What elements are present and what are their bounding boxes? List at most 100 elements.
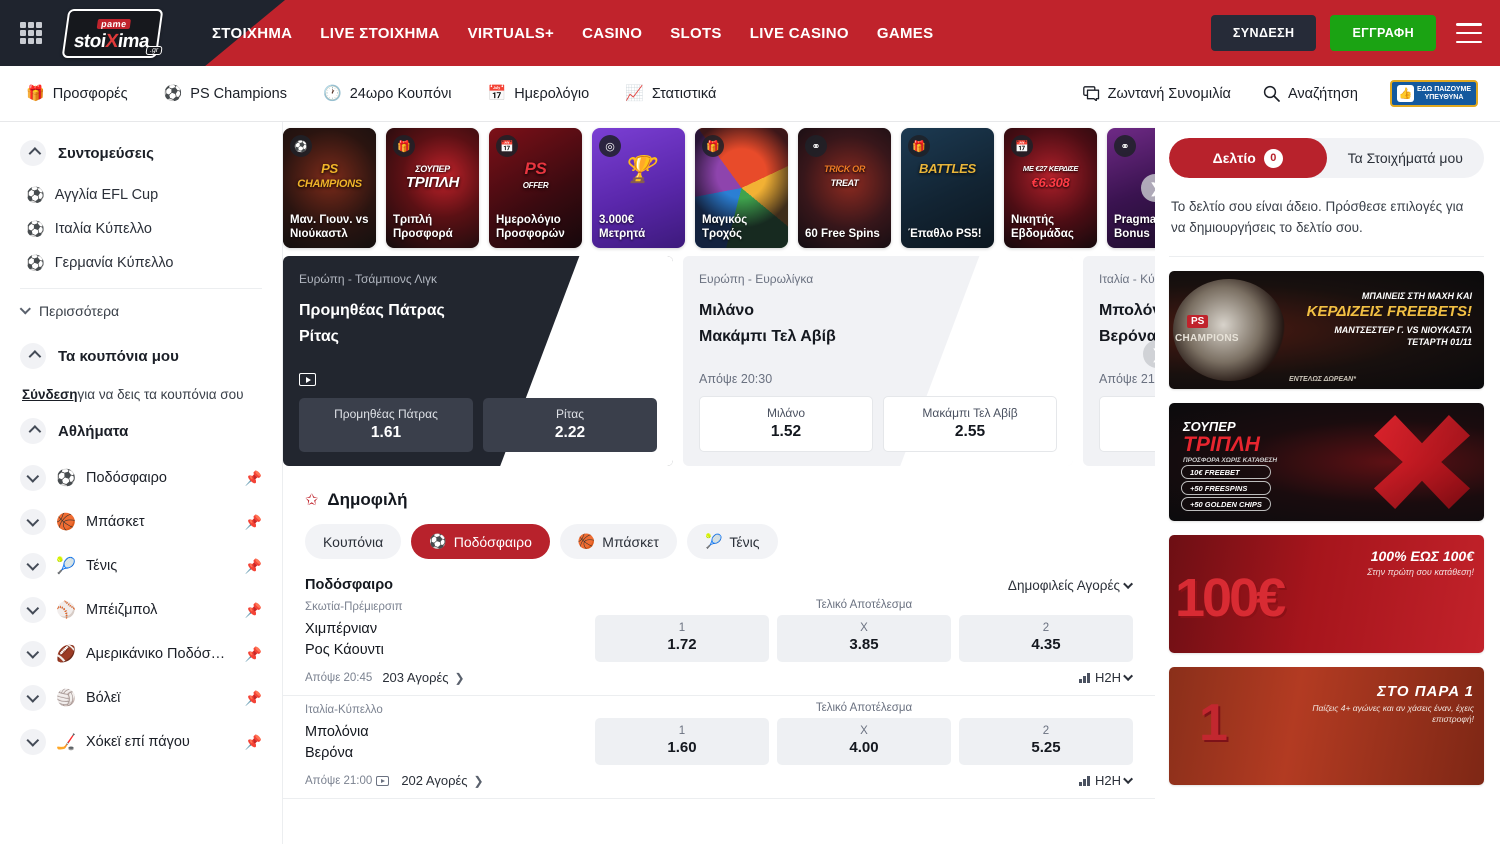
sidebar-item-american-football[interactable]: 🏈 Αμερικάνικο Ποδόσ… 📌 — [20, 632, 262, 676]
promo-tile[interactable]: 🎁 Μαγικός Τροχός — [695, 128, 788, 248]
chevron-down-icon[interactable] — [20, 641, 46, 667]
pin-icon[interactable]: 📌 — [245, 558, 262, 575]
nav-item-casino[interactable]: CASINO — [582, 25, 642, 42]
subnav-label-ps-champions: PS Champions — [190, 86, 287, 102]
match-league: Ευρώπη - Ευρωλίγκα — [699, 272, 1057, 286]
tab-tennis[interactable]: 🎾Τένις — [687, 524, 778, 559]
sidebar-item-tennis[interactable]: 🎾 Τένις 📌 — [20, 544, 262, 588]
odds-button[interactable]: Ρίτας 2.22 — [483, 398, 657, 452]
live-stream-icon[interactable] — [299, 373, 316, 386]
pin-icon[interactable]: 📌 — [245, 470, 262, 487]
chevron-down-icon[interactable] — [20, 729, 46, 755]
tab-basketball[interactable]: 🏀Μπάσκετ — [560, 524, 677, 559]
basketball-icon: 🏀 — [56, 512, 76, 532]
ps-champions-banner[interactable]: PS CHAMPIONS ΜΠΑΙΝΕΙΣ ΣΤΗ ΜΑΧΗ ΚΑΙ ΚΕΡΔΙ… — [1169, 271, 1484, 389]
login-button[interactable]: ΣΥΝΔΕΣΗ — [1211, 15, 1317, 51]
tab-coupons[interactable]: Κουπόνια — [305, 524, 401, 559]
chevron-down-icon[interactable] — [20, 685, 46, 711]
sidebar-item-football[interactable]: ⚽ Ποδόσφαιρο 📌 — [20, 456, 262, 500]
odds-button[interactable]: Μακάμπι Τελ Αβίβ 2.55 — [883, 396, 1057, 452]
sidebar-coupons-header[interactable]: Τα κουπόνια μου — [20, 343, 262, 369]
sidebar-item-volleyball[interactable]: 🏐 Βόλεϊ 📌 — [20, 676, 262, 720]
subnav-item-statistics[interactable]: 📈 Στατιστικά — [625, 86, 716, 102]
market-selector[interactable]: Δημοφιλείς Αγορές — [1008, 578, 1133, 593]
tab-football[interactable]: ⚽Ποδόσφαιρο — [411, 524, 550, 559]
odds-button[interactable]: Μιλάνο 1.52 — [699, 396, 873, 452]
promo-tile[interactable]: 📅 PSOFFER Ημερολόγιο Προσφορών — [489, 128, 582, 248]
chevron-down-icon[interactable] — [20, 553, 46, 579]
search-button[interactable]: Αναζήτηση — [1263, 85, 1358, 102]
subnav-item-ps-champions[interactable]: ⚽ PS Champions — [164, 86, 287, 102]
h2h-button[interactable]: H2H — [1079, 773, 1133, 788]
chevron-down-icon[interactable] — [20, 465, 46, 491]
pin-icon[interactable]: 📌 — [245, 734, 262, 751]
nav-item-live-stoixima[interactable]: LIVE ΣΤΟΙΧΗΜΑ — [320, 25, 439, 42]
sidebar-item-ice-hockey[interactable]: 🏒 Χόκεϊ επί πάγου 📌 — [20, 720, 262, 764]
sidebar-more-button[interactable]: Περισσότερα — [20, 295, 262, 327]
chevron-right-icon[interactable]: ❯ — [455, 671, 465, 685]
markets-count-link[interactable]: 202 Αγορές — [401, 773, 467, 788]
nav-item-virtuals[interactable]: VIRTUALS+ — [468, 25, 554, 42]
pin-icon[interactable]: 📌 — [245, 514, 262, 531]
odds-button-1[interactable]: 1 1.72 — [595, 615, 769, 662]
sidebar-item-label: Αγγλία EFL Cup — [55, 187, 158, 203]
promo-tile[interactable]: 🎁 ΣΟΥΠΕΡΤΡΙΠΛΗ Τριπλή Προσφορά — [386, 128, 479, 248]
promo-tile[interactable]: ⚭ TRICK ORTREAT 60 Free Spins — [798, 128, 891, 248]
pin-icon[interactable]: 📌 — [245, 646, 262, 663]
banner-pill: +50 GOLDEN CHIPS — [1181, 497, 1271, 511]
odds-button-2[interactable]: 2 5.25 — [959, 718, 1133, 765]
sidebar-login-link[interactable]: Σύνδεση — [22, 387, 78, 402]
odds-button[interactable]: 1 1.60 — [1099, 396, 1155, 452]
nav-item-games[interactable]: GAMES — [877, 25, 934, 42]
sidebar-item-italia-kypello[interactable]: ⚽ Ιταλία Κύπελλο — [20, 212, 262, 246]
odds-button-2[interactable]: 2 4.35 — [959, 615, 1133, 662]
first-deposit-banner[interactable]: 100€ 100% ΕΩΣ 100€ Στην πρώτη σου κατάθε… — [1169, 535, 1484, 653]
odds-button-x[interactable]: X 4.00 — [777, 718, 951, 765]
tab-my-bets[interactable]: Τα Στοιχήματά μου — [1327, 138, 1485, 178]
nav-item-live-casino[interactable]: LIVE CASINO — [750, 25, 849, 42]
subnav-item-offers[interactable]: 🎁 Προσφορές — [26, 86, 128, 102]
promo-tile[interactable]: 🎁 BATTLES Έπαθλο PS5! — [901, 128, 994, 248]
sidebar-section-shortcuts-header[interactable]: Συντομεύσεις — [20, 140, 262, 166]
responsible-gaming-badge[interactable]: 👍 ΕΔΩ ΠΑΙΖΟΥΜΕ ΥΠΕΥΘΥΝΑ — [1390, 80, 1478, 107]
responsible-line-2: ΥΠΕΥΘΥΝΑ — [1417, 94, 1471, 102]
h2h-button[interactable]: H2H — [1079, 670, 1133, 685]
match-row[interactable]: Ιταλία-Κύπελλο Μπολόνια Βερόνα Τελικό Απ… — [283, 696, 1155, 799]
sidebar-sports-title: Αθλήματα — [58, 423, 128, 440]
live-chat-button[interactable]: Ζωντανή Συνομιλία — [1083, 86, 1231, 102]
subnav-left-group: 🎁 Προσφορές ⚽ PS Champions 🕐 24ωρο Κουπό… — [22, 86, 716, 102]
nav-item-slots[interactable]: SLOTS — [670, 25, 722, 42]
chevron-right-icon[interactable]: ❯ — [474, 774, 484, 788]
odds-button[interactable]: Προμηθέας Πάτρας 1.61 — [299, 398, 473, 452]
sidebar-item-efl-cup[interactable]: ⚽ Αγγλία EFL Cup — [20, 178, 262, 212]
subnav-item-calendar[interactable]: 📅 Ημερολόγιο — [488, 86, 590, 102]
match-row[interactable]: Σκωτία-Πρέμιερσιπ Χιμπέρνιαν Ρος Κάουντι… — [283, 593, 1155, 696]
tab-betslip[interactable]: Δελτίο 0 — [1169, 138, 1327, 178]
subnav-item-24h-coupon[interactable]: 🕐 24ωρο Κουπόνι — [323, 86, 452, 102]
promo-tile[interactable]: ⚽ PSCHAMPIONS Μαν. Γιουν. vs Νιούκαστλ — [283, 128, 376, 248]
hamburger-menu-icon[interactable] — [1456, 23, 1482, 43]
sidebar-item-basketball[interactable]: 🏀 Μπάσκετ 📌 — [20, 500, 262, 544]
sto-para-1-banner[interactable]: 1 ΣΤΟ ΠΑΡΑ 1 Παίζεις 4+ αγώνες και αν χά… — [1169, 667, 1484, 785]
nav-item-stoixima[interactable]: ΣΤΟΙΧΗΜΑ — [212, 25, 292, 42]
odds-button-x[interactable]: X 3.85 — [777, 615, 951, 662]
site-logo[interactable]: pame stoiXima .gr — [58, 7, 168, 59]
pin-icon[interactable]: 📌 — [245, 602, 262, 619]
sidebar-item-germania-kypello[interactable]: ⚽ Γερμανία Κύπελλο — [20, 246, 262, 280]
odds-button-1[interactable]: 1 1.60 — [595, 718, 769, 765]
markets-count-link[interactable]: 203 Αγορές — [382, 670, 448, 685]
sidebar-item-baseball[interactable]: ⚾ Μπέιζμπολ 📌 — [20, 588, 262, 632]
chevron-down-icon[interactable] — [20, 597, 46, 623]
pin-icon[interactable]: 📌 — [245, 690, 262, 707]
featured-match-card[interactable]: Ευρώπη - Τσάμπιονς Λιγκ Προμηθέας Πάτρας… — [283, 256, 673, 466]
register-button[interactable]: ΕΓΓΡΑΦΗ — [1330, 15, 1436, 51]
featured-match-card[interactable]: Ευρώπη - Ευρωλίγκα Μιλάνο Μακάμπι Τελ Αβ… — [683, 256, 1073, 466]
gift-icon: 🎁 — [702, 135, 724, 157]
promo-tile[interactable]: ◎ 🏆 3.000€ Μετρητά — [592, 128, 685, 248]
live-stream-icon[interactable] — [376, 776, 389, 786]
super-tripli-banner[interactable]: ΣΟΥΠΕΡ ΤΡΙΠΛΗ ΠΡΟΣΦΟΡΑ ΧΩΡΙΣ ΚΑΤΑΘΕΣΗ 10… — [1169, 403, 1484, 521]
apps-grid-icon[interactable] — [20, 22, 42, 44]
promo-tile[interactable]: 📅 ΜΕ €27 ΚΕΡΔΙΣΕ€6.308 Νικητής Εβδομάδας — [1004, 128, 1097, 248]
sidebar-sports-header[interactable]: Αθλήματα — [20, 418, 262, 444]
chevron-down-icon[interactable] — [20, 509, 46, 535]
